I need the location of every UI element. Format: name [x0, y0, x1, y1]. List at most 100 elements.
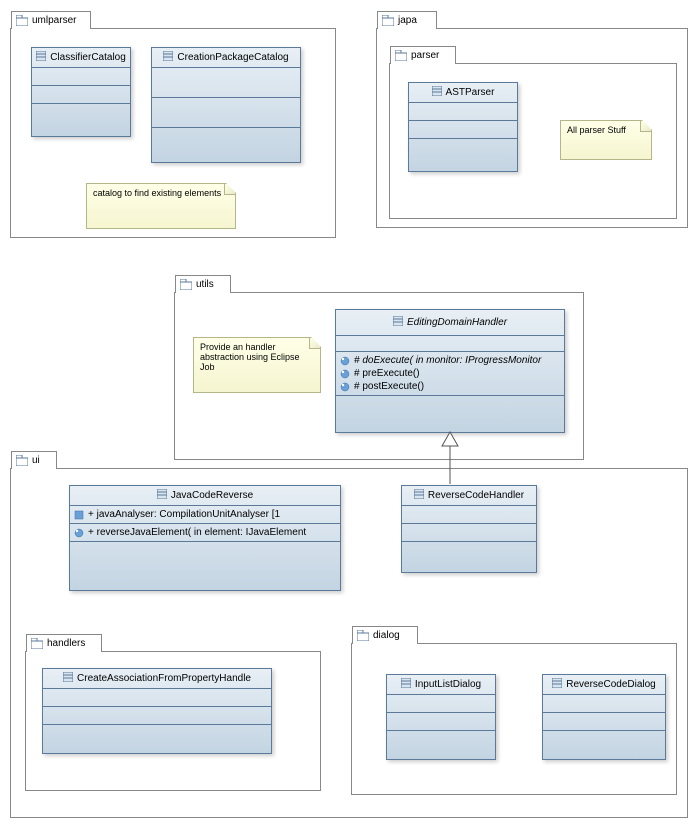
attribute-row: + javaAnalyser: CompilationUnitAnalyser … [74, 508, 336, 521]
extra-compartment [543, 731, 665, 749]
package-tab-dialog: dialog [352, 626, 418, 644]
class-CreationPackageCatalog[interactable]: CreationPackageCatalog [151, 47, 301, 163]
operation-text: # doExecute( in monitor: IProgressMonito… [354, 355, 541, 366]
class-icon [36, 51, 46, 64]
op-compartment [43, 707, 271, 725]
package-label: handlers [47, 638, 85, 649]
package-label: utils [196, 279, 214, 290]
attr-compartment: + javaAnalyser: CompilationUnitAnalyser … [70, 506, 340, 524]
package-handlers[interactable]: handlers CreateAssociationFromPropertyHa… [25, 651, 321, 791]
operation-text: + reverseJavaElement( in element: IJavaE… [88, 527, 306, 538]
attribute-text: + javaAnalyser: CompilationUnitAnalyser … [88, 509, 280, 520]
extra-compartment [152, 128, 300, 158]
attr-compartment [32, 68, 130, 86]
op-compartment [32, 86, 130, 104]
folder-icon [357, 630, 369, 641]
attribute-icon [74, 510, 84, 520]
operation-icon [340, 382, 350, 392]
extra-compartment [402, 542, 536, 560]
note-catalog[interactable]: catalog to find existing elements [86, 183, 236, 229]
operation-row: # doExecute( in monitor: IProgressMonito… [340, 354, 560, 367]
package-tab-japa: japa [377, 11, 437, 29]
class-icon [157, 489, 167, 502]
attr-compartment [402, 506, 536, 524]
class-icon [432, 86, 442, 99]
extra-compartment [70, 542, 340, 570]
class-header: ASTParser [409, 83, 517, 103]
package-ui[interactable]: ui JavaCodeReverse + javaAnalyser: Compi… [10, 468, 688, 818]
note-text: Provide an handler abstraction using Ecl… [200, 342, 300, 372]
operation-row: # postExecute() [340, 380, 560, 393]
folder-icon [16, 455, 28, 466]
package-label: parser [411, 50, 439, 61]
attr-compartment [152, 68, 300, 98]
class-ASTParser[interactable]: ASTParser [408, 82, 518, 172]
class-CreateAssociationFromPropertyHandler[interactable]: CreateAssociationFromPropertyHandle [42, 668, 272, 754]
package-japa[interactable]: japa parser ASTParser All parser Stuff [376, 28, 688, 228]
extra-compartment [387, 731, 495, 749]
class-name: CreationPackageCatalog [177, 52, 288, 63]
package-utils[interactable]: utils Provide an handler abstraction usi… [174, 292, 584, 460]
package-label: umlparser [32, 15, 76, 26]
class-icon [401, 678, 411, 691]
class-name: JavaCodeReverse [171, 490, 253, 501]
class-header: CreateAssociationFromPropertyHandle [43, 669, 271, 689]
package-tab-ui: ui [11, 451, 57, 469]
operation-row: # preExecute() [340, 367, 560, 380]
note-text: catalog to find existing elements [93, 188, 221, 198]
class-name: ReverseCodeHandler [428, 490, 524, 501]
note-parserstuff[interactable]: All parser Stuff [560, 120, 652, 160]
class-ReverseCodeDialog[interactable]: ReverseCodeDialog [542, 674, 666, 760]
package-tab-utils: utils [175, 275, 231, 293]
attr-compartment [43, 689, 271, 707]
class-icon [414, 489, 424, 502]
class-icon [393, 316, 403, 329]
package-label: ui [32, 455, 40, 466]
op-compartment [387, 713, 495, 731]
attr-compartment [409, 103, 517, 121]
package-tab-umlparser: umlparser [11, 11, 91, 29]
class-header: EditingDomainHandler [336, 310, 564, 336]
operation-text: # preExecute() [354, 368, 420, 379]
extra-compartment [336, 396, 564, 420]
folder-icon [180, 279, 192, 290]
operation-icon [340, 369, 350, 379]
package-parser[interactable]: parser ASTParser All parser Stuff [389, 63, 677, 219]
op-compartment [409, 121, 517, 139]
class-header: ReverseCodeDialog [543, 675, 665, 695]
class-icon [163, 51, 173, 64]
class-name: InputListDialog [415, 679, 481, 690]
note-handlerabstraction[interactable]: Provide an handler abstraction using Ecl… [193, 337, 321, 393]
folder-icon [31, 638, 43, 649]
op-compartment: + reverseJavaElement( in element: IJavaE… [70, 524, 340, 542]
diagram-canvas: { "packages": { "umlparser": { "label": … [0, 0, 698, 828]
class-name: ClassifierCatalog [50, 52, 126, 63]
package-umlparser[interactable]: umlparser ClassifierCatalog CreationPack… [10, 28, 336, 238]
class-JavaCodeReverse[interactable]: JavaCodeReverse + javaAnalyser: Compilat… [69, 485, 341, 591]
class-header: ClassifierCatalog [32, 48, 130, 68]
class-name: ASTParser [446, 87, 495, 98]
extra-compartment [32, 104, 130, 122]
attr-compartment [543, 695, 665, 713]
folder-icon [382, 15, 394, 26]
class-icon [552, 678, 562, 691]
class-InputListDialog[interactable]: InputListDialog [386, 674, 496, 760]
op-compartment: # doExecute( in monitor: IProgressMonito… [336, 352, 564, 396]
class-name: EditingDomainHandler [407, 317, 507, 328]
class-ReverseCodeHandler[interactable]: ReverseCodeHandler [401, 485, 537, 573]
class-name: CreateAssociationFromPropertyHandle [77, 673, 251, 684]
class-ClassifierCatalog[interactable]: ClassifierCatalog [31, 47, 131, 137]
operation-icon [340, 356, 350, 366]
folder-icon [16, 15, 28, 26]
package-tab-parser: parser [390, 46, 456, 64]
class-icon [63, 672, 73, 685]
package-tab-handlers: handlers [26, 634, 102, 652]
package-dialog[interactable]: dialog InputListDialog ReverseCodeDialog [351, 643, 677, 795]
operation-row: + reverseJavaElement( in element: IJavaE… [74, 526, 336, 539]
class-header: JavaCodeReverse [70, 486, 340, 506]
class-EditingDomainHandler[interactable]: EditingDomainHandler # doExecute( in mon… [335, 309, 565, 433]
package-label: japa [398, 15, 417, 26]
operation-icon [74, 528, 84, 538]
note-text: All parser Stuff [567, 125, 626, 135]
class-name: ReverseCodeDialog [566, 679, 656, 690]
